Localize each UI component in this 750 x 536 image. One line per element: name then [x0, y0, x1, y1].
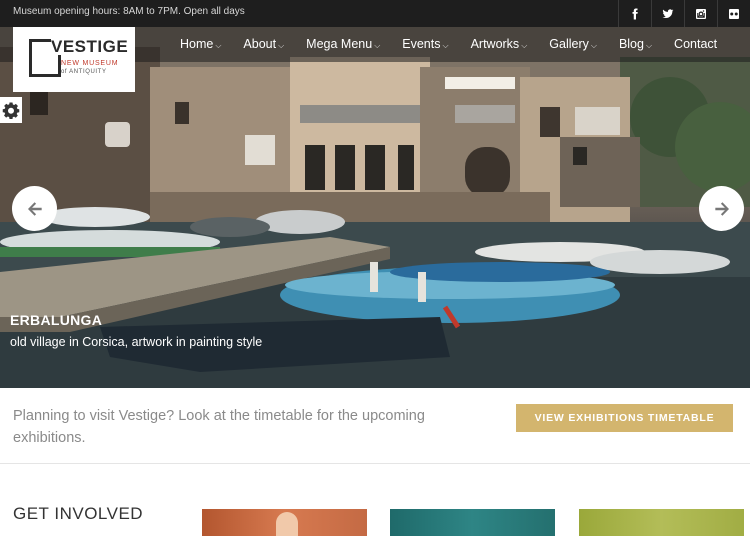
chevron-down-icon: ⌵ — [590, 41, 597, 50]
get-involved-card-image[interactable] — [390, 509, 555, 536]
nav-item-contact[interactable]: Contact — [674, 27, 717, 62]
nav-label: Home — [180, 37, 214, 51]
chevron-down-icon: ⌵ — [521, 41, 528, 50]
nav-item-artworks[interactable]: Artworks ⌵ — [471, 27, 528, 62]
nav-label: Mega Menu — [306, 37, 373, 51]
gear-icon — [2, 102, 20, 119]
nav-label: Blog — [618, 37, 644, 51]
logo-name: VESTIGE — [51, 37, 129, 56]
nav-label: Artworks — [470, 37, 520, 51]
nav-item-events[interactable]: Events ⌵ — [402, 27, 448, 62]
view-exhibitions-timetable-button[interactable]: VIEW EXHIBITIONS TIMETABLE — [516, 404, 733, 432]
nav-label: Gallery — [549, 37, 589, 51]
twitter-icon[interactable] — [651, 0, 684, 27]
arrow-right-icon — [714, 201, 729, 216]
chevron-down-icon: ⌵ — [278, 41, 285, 50]
nav-label: Events — [402, 37, 441, 51]
social-links — [618, 0, 750, 27]
opening-hours-text: Museum opening hours: 8AM to 7PM. Open a… — [13, 6, 245, 17]
arrow-left-icon — [27, 201, 42, 216]
person-image — [276, 512, 298, 536]
instagram-icon[interactable] — [684, 0, 717, 27]
site-logo[interactable]: VESTIGE NEW MUSEUM of ANTIQUITY — [13, 27, 135, 92]
chevron-down-icon: ⌵ — [374, 41, 381, 50]
logo-tagline: NEW MUSEUM — [61, 60, 119, 67]
nav-item-blog[interactable]: Blog ⌵ — [619, 27, 652, 62]
get-involved-card-image[interactable] — [202, 509, 367, 536]
slider-next-button[interactable] — [699, 186, 744, 231]
chevron-down-icon: ⌵ — [645, 41, 653, 50]
logo-tagline-secondary: of ANTIQUITY — [61, 69, 107, 75]
get-involved-card-image[interactable] — [579, 509, 744, 536]
logo-mark-inner — [46, 55, 61, 77]
settings-gear-icon[interactable] — [0, 97, 22, 123]
slider-prev-button[interactable] — [12, 186, 57, 231]
cta-text: Planning to visit Vestige? Look at the t… — [13, 408, 425, 446]
timetable-cta: Planning to visit Vestige? Look at the t… — [0, 388, 750, 464]
nav-item-mega-menu[interactable]: Mega Menu ⌵ — [306, 27, 380, 62]
nav-label: Contact — [674, 37, 718, 51]
nav-item-gallery[interactable]: Gallery ⌵ — [549, 27, 597, 62]
section-title: GET INVOLVED — [13, 504, 144, 523]
main-navigation: Home ⌵ About ⌵ Mega Menu ⌵ Events ⌵ Artworks… — [180, 27, 717, 62]
nav-item-about[interactable]: About ⌵ — [243, 27, 284, 62]
flickr-icon[interactable] — [717, 0, 750, 27]
top-bar: Museum opening hours: 8AM to 7PM. Open a… — [0, 0, 750, 27]
nav-item-home[interactable]: Home ⌵ — [180, 27, 221, 62]
nav-label: About — [243, 37, 277, 51]
slide-title: ERBALUNGA — [10, 312, 103, 328]
slide-subtitle: old village in Corsica, artwork in paint… — [10, 335, 263, 349]
chevron-down-icon: ⌵ — [215, 41, 222, 50]
chevron-down-icon: ⌵ — [442, 41, 449, 50]
facebook-icon[interactable] — [618, 0, 651, 27]
